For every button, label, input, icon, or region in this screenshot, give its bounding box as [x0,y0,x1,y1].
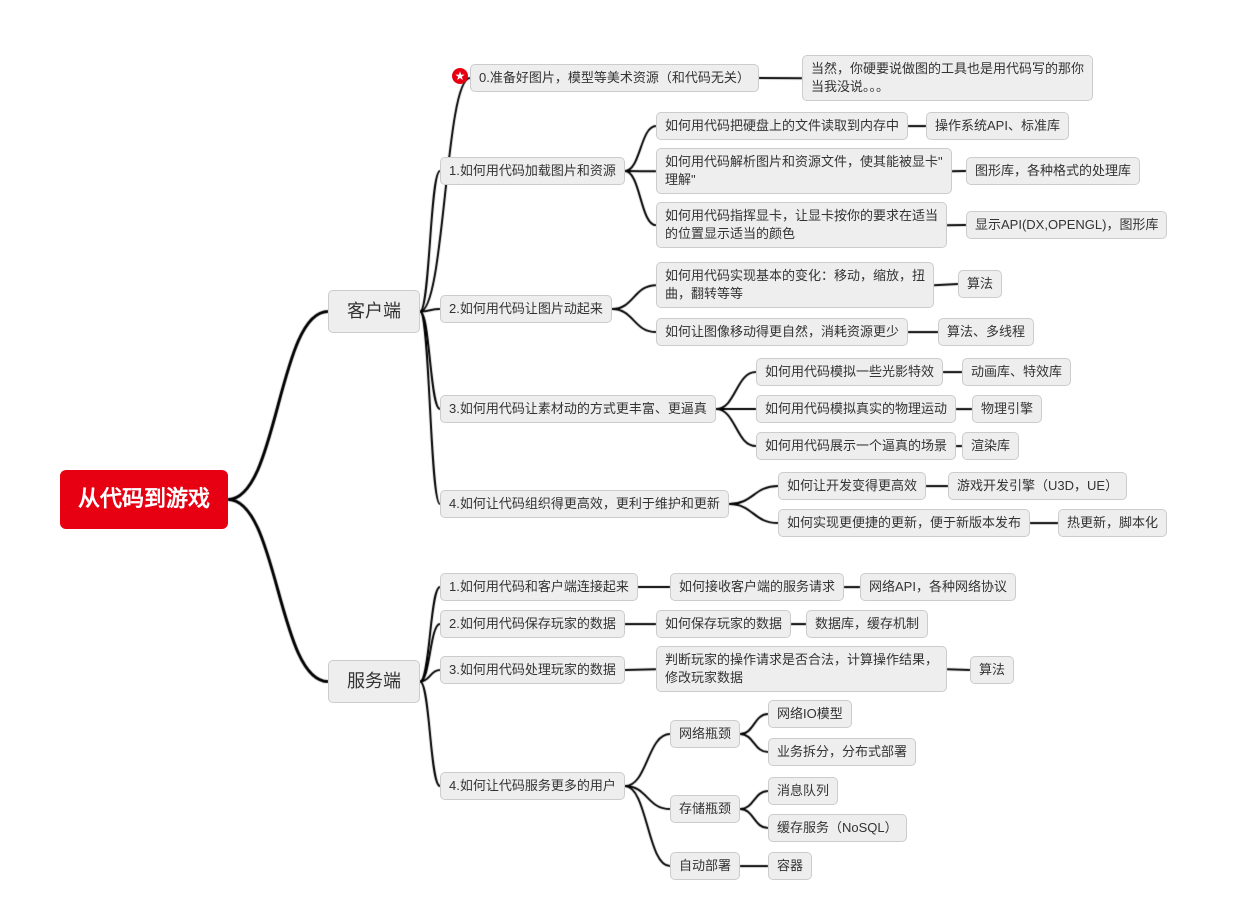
server-b4-c3-a: 容器 [768,852,812,880]
client-b0: 0.准备好图片，模型等美术资源（和代码无关） [470,64,759,92]
client-b3-c3-a: 渲染库 [962,432,1019,460]
server-b3-c1-a: 算法 [970,656,1014,684]
client-b4-c2-q: 如何实现更便捷的更新，便于新版本发布 [778,509,1030,537]
server-b3-c1-q: 判断玩家的操作请求是否合法，计算操作结果， 修改玩家数据 [656,646,947,692]
client-b2: 2.如何用代码让图片动起来 [440,295,612,323]
server-b4-c2-a2: 缓存服务（NoSQL） [768,814,907,842]
client-b1-c3-a: 显示API(DX,OPENGL)，图形库 [966,211,1167,239]
client-b2-c2-q: 如何让图像移动得更自然，消耗资源更少 [656,318,908,346]
client-b3-c3-q: 如何用代码展示一个逼真的场景 [756,432,956,460]
star-icon: ★ [452,68,468,84]
server-b4: 4.如何让代码服务更多的用户 [440,772,625,800]
client-b1-c3-q: 如何用代码指挥显卡，让显卡按你的要求在适当 的位置显示适当的颜色 [656,202,947,248]
server-b3: 3.如何用代码处理玩家的数据 [440,656,625,684]
server-b4-c1-a2: 业务拆分，分布式部署 [768,738,916,766]
server-b4-c1-q: 网络瓶颈 [670,720,740,748]
server-b4-c2-q: 存储瓶颈 [670,795,740,823]
server-b4-c1-a1: 网络IO模型 [768,700,852,728]
server-b4-c2-a1: 消息队列 [768,777,838,805]
branch-client: 客户端 [328,290,420,333]
server-b2-c1-q: 如何保存玩家的数据 [656,610,791,638]
client-b4: 4.如何让代码组织得更高效，更利于维护和更新 [440,490,729,518]
server-b1-c1-a: 网络API，各种网络协议 [860,573,1016,601]
client-b3-c2-q: 如何用代码模拟真实的物理运动 [756,395,956,423]
server-b2-c1-a: 数据库，缓存机制 [806,610,928,638]
client-b2-c1-q: 如何用代码实现基本的变化：移动，缩放，扭 曲，翻转等等 [656,262,934,308]
client-b3: 3.如何用代码让素材动的方式更丰富、更逼真 [440,395,716,423]
client-b1-c1-q: 如何用代码把硬盘上的文件读取到内存中 [656,112,908,140]
client-b3-c2-a: 物理引擎 [972,395,1042,423]
server-b2: 2.如何用代码保存玩家的数据 [440,610,625,638]
client-b4-c1-q: 如何让开发变得更高效 [778,472,926,500]
client-b4-c2-a: 热更新，脚本化 [1058,509,1167,537]
client-b3-c1-a: 动画库、特效库 [962,358,1071,386]
server-b1-c1-q: 如何接收客户端的服务请求 [670,573,844,601]
root-node: 从代码到游戏 [60,470,228,529]
client-b0-note: 当然，你硬要说做图的工具也是用代码写的那你 当我没说。。。 [802,55,1093,101]
client-b4-c1-a: 游戏开发引擎（U3D，UE） [948,472,1127,500]
client-b3-c1-q: 如何用代码模拟一些光影特效 [756,358,943,386]
branch-server: 服务端 [328,660,420,703]
client-b1-c2-q: 如何用代码解析图片和资源文件，使其能被显卡" 理解" [656,148,952,194]
server-b4-c3-q: 自动部署 [670,852,740,880]
client-b1-c1-a: 操作系统API、标准库 [926,112,1069,140]
client-b1: 1.如何用代码加载图片和资源 [440,157,625,185]
client-b2-c2-a: 算法、多线程 [938,318,1034,346]
client-b2-c1-a: 算法 [958,270,1002,298]
server-b1: 1.如何用代码和客户端连接起来 [440,573,638,601]
client-b1-c2-a: 图形库，各种格式的处理库 [966,157,1140,185]
